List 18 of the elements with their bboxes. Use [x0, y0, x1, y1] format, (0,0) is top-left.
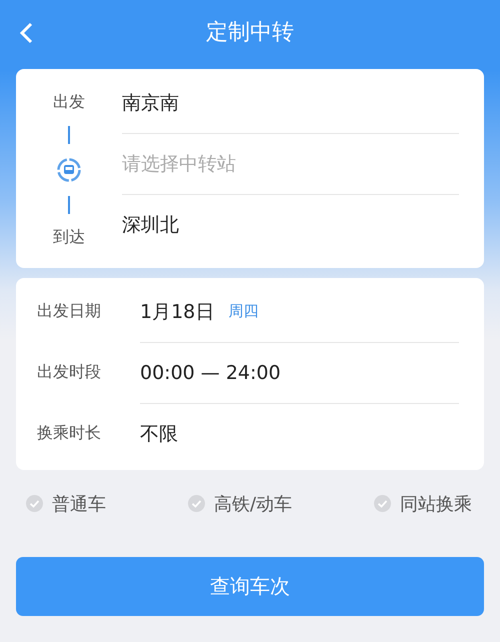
- arrival-station[interactable]: 深圳北: [122, 212, 179, 238]
- transfer-station-field[interactable]: 请选择中转站: [122, 153, 459, 175]
- condition-value[interactable]: 1月18日: [140, 298, 214, 324]
- condition-value[interactable]: 不限: [140, 421, 178, 447]
- condition-label: 换乘时长: [36, 423, 102, 444]
- back-icon: [18, 22, 34, 44]
- condition-label: 出发时段: [36, 362, 102, 383]
- condition-label: 出发日期: [36, 301, 102, 322]
- page-title: 定制中转: [206, 19, 294, 47]
- transfer-icon: [56, 157, 82, 183]
- filter-option[interactable]: 高铁/动车: [188, 489, 292, 518]
- filter-option[interactable]: 同站换乘: [374, 489, 472, 518]
- filter-option[interactable]: 普通车: [26, 489, 106, 518]
- departure-label: 出发: [53, 92, 85, 113]
- departure-station[interactable]: 南京南: [122, 90, 179, 116]
- condition-value[interactable]: 00:00 — 24:00: [140, 362, 281, 384]
- arrival-label: 到达: [53, 227, 85, 248]
- weekday-text: 周四: [228, 302, 258, 321]
